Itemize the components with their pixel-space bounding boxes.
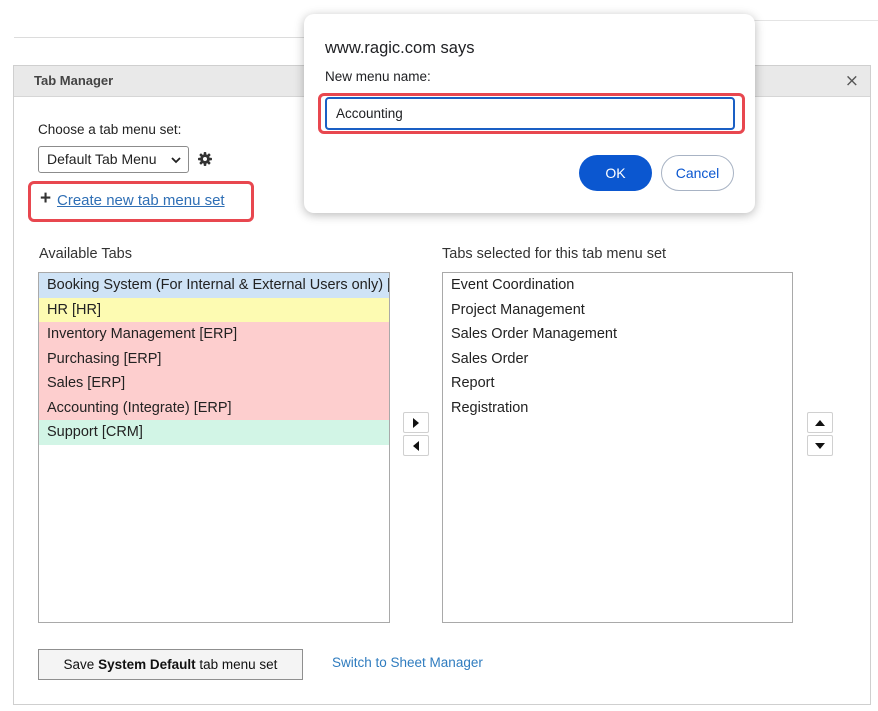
list-item[interactable]: Sales Order [443,347,792,372]
list-item[interactable]: Registration [443,396,792,421]
list-item[interactable]: Support [CRM] [39,420,389,445]
save-system-default-button[interactable]: Save System Default tab menu set [38,649,303,680]
move-right-button[interactable] [403,412,429,433]
choose-set-label: Choose a tab menu set: [38,122,182,137]
background-divider [754,20,878,21]
browser-prompt-dialog: www.ragic.com says New menu name: Accoun… [304,14,755,213]
available-tabs-list[interactable]: Booking System (For Internal & External … [38,272,390,623]
move-left-button[interactable] [403,435,429,456]
ok-button[interactable]: OK [579,155,652,191]
available-tabs-label: Available Tabs [39,246,132,262]
create-tab-menu-set-link[interactable]: Create new tab menu set [57,192,225,209]
save-prefix: Save [63,657,99,672]
list-item[interactable]: HR [HR] [39,297,389,322]
list-item[interactable]: Inventory Management [ERP] [39,322,389,347]
plus-icon[interactable]: + [40,188,51,210]
tab-menu-set-value: Default Tab Menu [47,151,157,167]
background-divider [14,37,304,38]
save-suffix: tab menu set [195,657,278,672]
gear-icon[interactable] [198,152,212,166]
dialog-title: Tab Manager [34,73,114,88]
switch-to-sheet-manager-link[interactable]: Switch to Sheet Manager [332,655,483,670]
list-item[interactable]: Booking System (For Internal & External … [39,273,389,298]
arrow-left-icon [413,441,419,451]
arrow-up-icon [815,420,825,426]
arrow-down-icon [815,443,825,449]
selected-tabs-list[interactable]: Event Coordination Project Management Sa… [442,272,793,623]
close-icon[interactable]: × [845,71,859,91]
save-bold-text: System Default [98,657,196,672]
list-item[interactable]: Accounting (Integrate) [ERP] [39,395,389,420]
list-item[interactable]: Project Management [443,298,792,323]
menu-name-input[interactable]: Accounting [325,97,735,130]
menu-name-value: Accounting [336,106,403,121]
move-up-button[interactable] [807,412,833,433]
prompt-message: New menu name: [325,69,431,84]
prompt-title: www.ragic.com says [325,39,475,57]
list-item[interactable]: Report [443,371,792,396]
cancel-button[interactable]: Cancel [661,155,734,191]
move-down-button[interactable] [807,435,833,456]
chevron-down-icon [171,157,181,164]
list-item[interactable]: Event Coordination [443,273,792,298]
selected-tabs-label: Tabs selected for this tab menu set [442,246,667,262]
list-item[interactable]: Sales Order Management [443,322,792,347]
tab-menu-set-select[interactable]: Default Tab Menu [38,146,189,173]
list-item[interactable]: Purchasing [ERP] [39,346,389,371]
arrow-right-icon [413,418,419,428]
list-item[interactable]: Sales [ERP] [39,371,389,396]
